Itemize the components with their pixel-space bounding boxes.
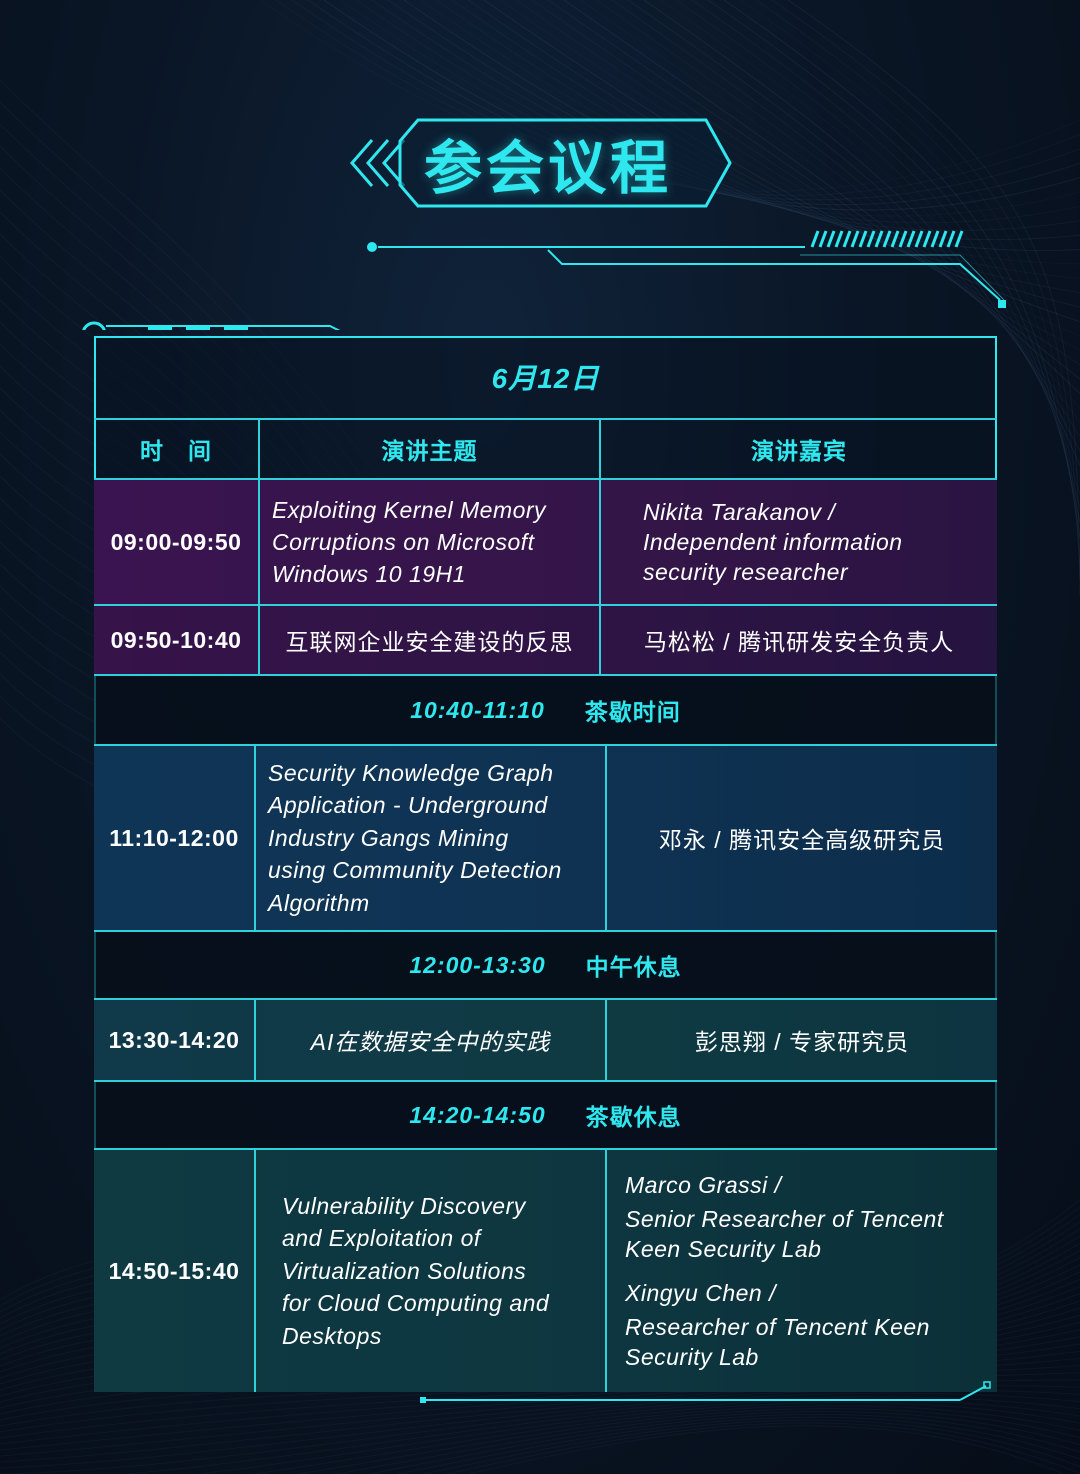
break-time: 14:20-14:50 (409, 1101, 546, 1128)
session-time: 11:10-12:00 (109, 824, 239, 851)
topic-line: Desktops (282, 1322, 382, 1349)
session-speaker: Marco Grassi / Senior Researcher of Tenc… (625, 1170, 944, 1372)
topic-line: for Cloud Computing and (282, 1290, 550, 1317)
break-row: 14:20-14:50 茶歇休息 (94, 1080, 997, 1148)
speaker-line: Keen Security Lab (625, 1236, 822, 1262)
speaker-line: security researcher (643, 559, 849, 585)
table-row: 13:30-14:20 AI在数据安全中的实践 彭思翔 / 专家研究员 (94, 998, 997, 1080)
break-row: 12:00-13:30 中午休息 (94, 930, 997, 998)
date-row: 6月12日 (94, 336, 997, 418)
speaker-line: Researcher of Tencent Keen (625, 1314, 930, 1340)
break-time: 12:00-13:30 (409, 951, 546, 978)
speaker-line: Xingyu Chen / (625, 1280, 776, 1306)
date-label: 6月12日 (491, 363, 600, 394)
topic-line: Windows 10 19H1 (272, 561, 466, 587)
session-topic: Vulnerability Discovery and Exploitation… (282, 1190, 549, 1353)
session-topic: AI在数据安全中的实践 (310, 1029, 551, 1055)
break-label: 中午休息 (585, 954, 682, 980)
speaker-line: Independent information (643, 529, 903, 555)
session-speaker: Nikita Tarakanov / Independent informati… (643, 497, 903, 587)
topic-line: and Exploitation of (282, 1225, 481, 1252)
session-topic: Security Knowledge Graph Application - U… (268, 757, 562, 920)
column-header-speaker: 演讲嘉宾 (751, 438, 847, 464)
bottom-decoration (420, 1381, 991, 1403)
page-title: 参会议程 (423, 136, 672, 201)
topic-line: Application - Underground (268, 792, 548, 819)
table-row: 09:50-10:40 互联网企业安全建设的反思 马松松 / 腾讯研发安全负责人 (94, 604, 997, 674)
table-header-row: 时 间 演讲主题 演讲嘉宾 (94, 418, 997, 478)
session-speaker: 彭思翔 / 专家研究员 (694, 1029, 910, 1055)
table-row: 11:10-12:00 Security Knowledge Graph App… (94, 744, 997, 930)
speaker-line: Security Lab (625, 1344, 759, 1370)
speaker-line: Nikita Tarakanov / (643, 499, 836, 525)
topic-line: Vulnerability Discovery (282, 1192, 526, 1219)
session-time: 14:50-15:40 (108, 1257, 240, 1284)
topic-line: Security Knowledge Graph (268, 759, 554, 786)
double-chevron-left-icon (350, 139, 406, 187)
break-time: 10:40-11:10 (410, 696, 545, 723)
topic-line: Industry Gangs Mining (268, 824, 509, 851)
topic-line: Algorithm (268, 889, 370, 916)
session-time: 09:00-09:50 (110, 528, 242, 555)
session-time: 13:30-14:20 (108, 1026, 240, 1053)
speaker-line: Senior Researcher of Tencent (625, 1206, 944, 1232)
topic-line: Exploiting Kernel Memory (272, 497, 547, 523)
column-header-topic: 演讲主题 (381, 438, 478, 464)
column-header-time: 时 间 (140, 438, 212, 464)
hatch-stripes (810, 230, 964, 248)
session-speaker: 邓永 / 腾讯安全高级研究员 (658, 827, 946, 853)
break-label: 茶歇时间 (584, 699, 681, 725)
topic-line: Corruptions on Microsoft (272, 529, 535, 555)
session-topic: Exploiting Kernel Memory Corruptions on … (272, 494, 546, 590)
topic-line: using Community Detection (268, 857, 562, 884)
speaker-line: Marco Grassi / (625, 1172, 782, 1198)
session-time: 09:50-10:40 (110, 626, 242, 653)
agenda-table: 6月12日 时 间 演讲主题 演讲嘉宾 09:00-09:50 Exploiti… (94, 336, 997, 1392)
session-topic: 互联网企业安全建设的反思 (285, 629, 574, 655)
table-row: 09:00-09:50 Exploiting Kernel Memory Cor… (94, 478, 997, 604)
break-row: 10:40-11:10 茶歇时间 (94, 674, 997, 744)
break-label: 茶歇休息 (585, 1104, 682, 1130)
session-speaker: 马松松 / 腾讯研发安全负责人 (643, 629, 955, 655)
topic-line: Virtualization Solutions (282, 1257, 527, 1284)
table-row: 14:50-15:40 Vulnerability Discovery and … (94, 1148, 997, 1392)
